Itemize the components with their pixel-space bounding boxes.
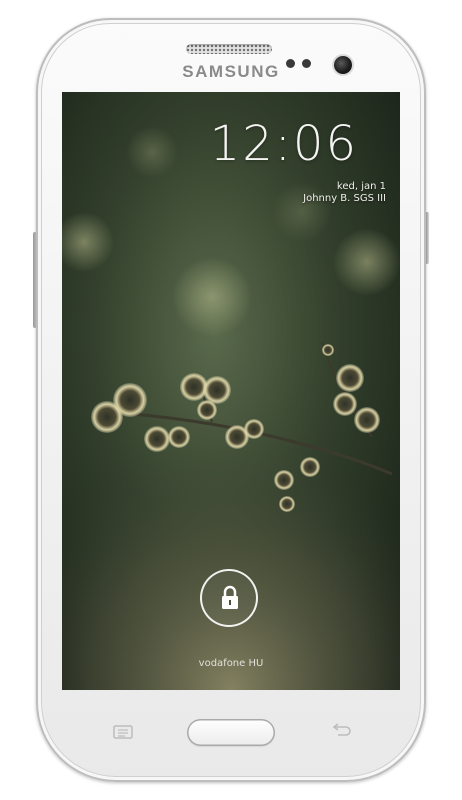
earpiece-speaker — [186, 44, 272, 54]
lockscreen-date: ked, jan 1 — [336, 181, 386, 192]
proximity-sensor — [286, 59, 295, 68]
carrier-label: vodafone HU — [198, 658, 264, 669]
back-arrow-icon[interactable] — [329, 722, 353, 738]
light-sensor — [302, 59, 311, 68]
lock-screen: 12:06 ked, jan 1 Johnny B. SGS III vodaf… — [62, 92, 400, 690]
brand-logo: SAMSUNG — [182, 62, 280, 81]
menu-icon[interactable] — [112, 724, 134, 740]
unlock-button[interactable] — [200, 569, 258, 627]
owner-info: Johnny B. SGS III — [303, 193, 386, 204]
front-camera — [334, 56, 352, 74]
page: SAMSUNG 12:06 ked, jan 1 Johnny B. SGS I… — [0, 0, 462, 800]
home-button[interactable] — [187, 719, 275, 746]
lockscreen-clock: 12:06 — [209, 116, 358, 172]
padlock-icon — [222, 585, 238, 609]
